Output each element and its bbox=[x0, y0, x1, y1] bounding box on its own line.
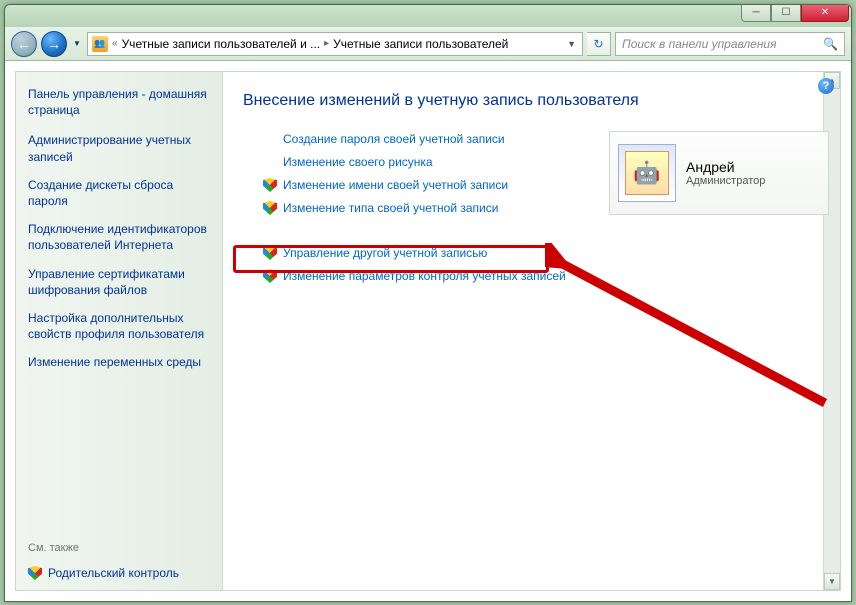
parental-control-label: Родительский контроль bbox=[48, 566, 179, 580]
close-button[interactable]: ✕ bbox=[801, 4, 849, 22]
sidebar-link-env-vars[interactable]: Изменение переменных среды bbox=[28, 354, 214, 370]
sidebar-link-profile-props[interactable]: Настройка дополнительных свойств профиля… bbox=[28, 310, 214, 342]
sidebar-link-password-reset-disk[interactable]: Создание дискеты сброса пароля bbox=[28, 177, 214, 209]
user-role: Администратор bbox=[686, 175, 765, 187]
user-info: Андрей Администратор bbox=[686, 159, 765, 187]
breadcrumb-seg-2[interactable]: Учетные записи пользователей bbox=[333, 37, 508, 51]
sidebar-link-online-ids[interactable]: Подключение идентификаторов пользователе… bbox=[28, 221, 214, 253]
search-icon[interactable]: 🔍 bbox=[823, 37, 838, 51]
control-panel-home-link[interactable]: Панель управления - домашняя страница bbox=[28, 86, 214, 118]
avatar: 🤖 bbox=[618, 144, 676, 202]
avatar-image: 🤖 bbox=[625, 151, 669, 195]
user-name: Андрей bbox=[686, 159, 765, 175]
address-bar[interactable]: 👥 « Учетные записи пользователей и ... ▸… bbox=[87, 32, 583, 56]
shield-icon bbox=[263, 201, 277, 215]
navigation-toolbar: ← → ▼ 👥 « Учетные записи пользователей и… bbox=[5, 27, 851, 61]
annotation-highlight bbox=[233, 245, 549, 273]
sidebar: Панель управления - домашняя страница Ад… bbox=[16, 72, 223, 590]
control-panel-window: ─ ☐ ✕ ← → ▼ 👥 « Учетные записи пользоват… bbox=[4, 4, 852, 602]
parental-control-link[interactable]: Родительский контроль bbox=[28, 566, 214, 580]
titlebar[interactable]: ─ ☐ ✕ bbox=[5, 5, 851, 27]
sidebar-link-encryption-certs[interactable]: Управление сертификатами шифрования файл… bbox=[28, 266, 214, 298]
back-button[interactable]: ← bbox=[11, 31, 37, 57]
scroll-down-button[interactable]: ▼ bbox=[824, 573, 840, 590]
shield-placeholder bbox=[263, 155, 277, 169]
page-title: Внесение изменений в учетную запись поль… bbox=[243, 92, 809, 110]
user-accounts-icon: 👥 bbox=[92, 36, 108, 52]
shield-placeholder bbox=[263, 132, 277, 146]
search-input[interactable]: Поиск в панели управления 🔍 bbox=[615, 32, 845, 56]
see-also-label: См. также bbox=[28, 542, 214, 554]
task-link-change-type[interactable]: Изменение типа своей учетной записи bbox=[283, 201, 498, 215]
user-card[interactable]: 🤖 Андрей Администратор bbox=[609, 131, 829, 215]
breadcrumb-prefix: « bbox=[112, 38, 118, 49]
breadcrumb-seg-1[interactable]: Учетные записи пользователей и ... bbox=[122, 37, 321, 51]
search-placeholder: Поиск в панели управления bbox=[622, 37, 777, 51]
shield-icon bbox=[263, 178, 277, 192]
sidebar-link-admin-accounts[interactable]: Администрирование учетных записей bbox=[28, 132, 214, 164]
refresh-button[interactable]: ↻ bbox=[587, 32, 611, 56]
task-link-change-picture[interactable]: Изменение своего рисунка bbox=[283, 155, 433, 169]
address-dropdown[interactable]: ▼ bbox=[565, 39, 578, 49]
task-link-change-name[interactable]: Изменение имени своей учетной записи bbox=[283, 178, 508, 192]
forward-button[interactable]: → bbox=[41, 31, 67, 57]
breadcrumb-sep-icon: ▸ bbox=[324, 38, 329, 49]
task-link-create-password[interactable]: Создание пароля своей учетной записи bbox=[283, 132, 505, 146]
maximize-button[interactable]: ☐ bbox=[771, 4, 801, 22]
minimize-button[interactable]: ─ bbox=[741, 4, 771, 22]
nav-history-dropdown[interactable]: ▼ bbox=[71, 31, 83, 57]
shield-icon bbox=[28, 566, 42, 580]
